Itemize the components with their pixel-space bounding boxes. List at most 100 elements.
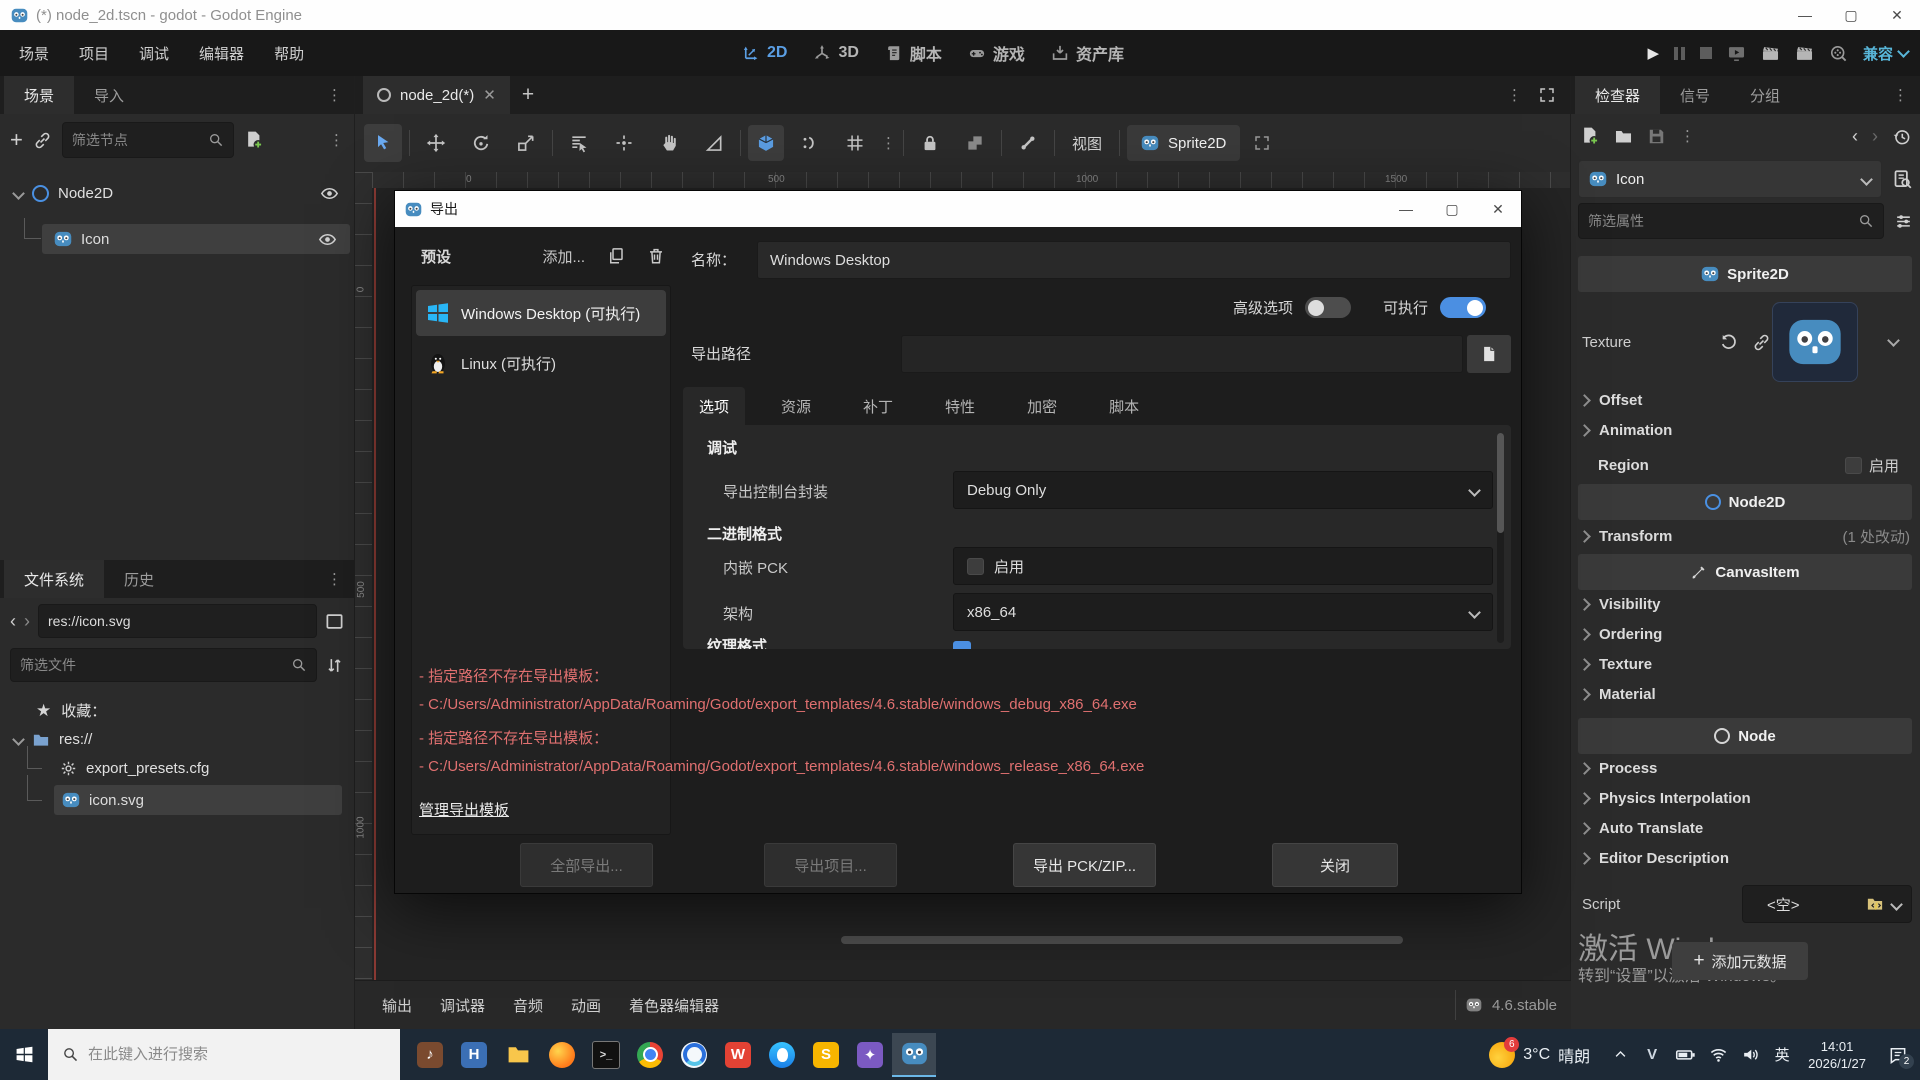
tab-scene[interactable]: 场景	[4, 76, 74, 114]
workspace-assetlib[interactable]: 资产库	[1051, 41, 1124, 65]
select-tool-button[interactable]	[364, 124, 402, 162]
scale-tool-icon[interactable]	[516, 133, 536, 153]
skeleton-options-icon[interactable]	[1018, 133, 1038, 153]
architecture-dropdown[interactable]: x86_64	[953, 593, 1493, 631]
current-path-field[interactable]	[38, 604, 317, 638]
taskbar-app-chrome[interactable]	[628, 1033, 672, 1077]
group-transform[interactable]: Transform (1 处改动)	[1571, 522, 1920, 550]
tree-row-node2d[interactable]: Node2D	[0, 178, 354, 208]
pan-tool-icon[interactable]	[659, 133, 679, 153]
add-node-button[interactable]: +	[10, 129, 23, 151]
manage-templates-link[interactable]: 管理导出模板	[419, 799, 509, 820]
tab-inspector[interactable]: 检查器	[1575, 76, 1660, 114]
tab-options[interactable]: 选项	[683, 387, 745, 425]
group-visibility[interactable]: Visibility	[1580, 596, 1660, 613]
group-physics-interpolation[interactable]: Physics Interpolation	[1580, 790, 1751, 807]
history-icon[interactable]	[1892, 127, 1911, 146]
tab-patches[interactable]: 补丁	[847, 387, 909, 425]
dialog-close-icon[interactable]: ✕	[1475, 191, 1521, 227]
history-back-icon[interactable]: ‹	[1852, 126, 1858, 147]
group-node-icon[interactable]	[965, 133, 985, 153]
panel-shader-editor[interactable]: 着色器编辑器	[615, 995, 733, 1016]
add-preset-button[interactable]: 添加...	[542, 246, 585, 267]
workspace-2d[interactable]: 2D	[742, 44, 787, 62]
category-canvasitem[interactable]: CanvasItem	[1578, 554, 1912, 590]
workspace-3d[interactable]: 3D	[813, 44, 858, 62]
export-all-button[interactable]: 全部导出...	[520, 843, 653, 887]
chevron-down-icon[interactable]	[1887, 334, 1900, 347]
snap-menu-icon[interactable]: ⋮	[881, 136, 896, 151]
taskbar-app-explorer[interactable]	[496, 1033, 540, 1077]
category-sprite2d[interactable]: Sprite2D	[1578, 256, 1912, 292]
distraction-free-icon[interactable]	[1538, 86, 1556, 104]
panel-animation[interactable]: 动画	[557, 995, 615, 1016]
tab-features[interactable]: 特性	[929, 387, 991, 425]
collapse-icon[interactable]	[12, 187, 25, 200]
panel-output[interactable]: 输出	[368, 995, 426, 1016]
node-selector-dropdown[interactable]: Icon	[1578, 160, 1882, 198]
tab-groups[interactable]: 分组	[1730, 76, 1800, 114]
clock-widget[interactable]: 14:01 2026/1/27	[1808, 1038, 1866, 1072]
resource-options-icon[interactable]: ⋮	[1680, 129, 1695, 144]
taskbar-app-blue[interactable]: H	[452, 1033, 496, 1077]
export-path-input[interactable]	[901, 335, 1463, 373]
collapse-icon[interactable]	[12, 733, 25, 746]
tray-expand-icon[interactable]	[1604, 1033, 1636, 1077]
grid-snap-icon[interactable]	[800, 133, 820, 153]
tab-filesystem[interactable]: 文件系统	[4, 560, 104, 598]
visibility-eye-icon[interactable]	[320, 184, 339, 203]
group-auto-translate[interactable]: Auto Translate	[1580, 820, 1703, 837]
dialog-titlebar[interactable]: 导出 — ▢ ✕	[395, 191, 1521, 227]
tab-resources[interactable]: 资源	[765, 387, 827, 425]
battery-icon[interactable]	[1668, 1033, 1702, 1077]
tray-app-icon[interactable]: V	[1636, 1033, 1668, 1077]
quick-load-icon[interactable]	[1866, 895, 1884, 913]
menu-project[interactable]: 项目	[64, 30, 124, 76]
taskbar-app-purple[interactable]: ✦	[848, 1033, 892, 1077]
group-ordering[interactable]: Ordering	[1580, 626, 1662, 643]
category-node[interactable]: Node	[1578, 718, 1912, 754]
menu-help[interactable]: 帮助	[259, 30, 319, 76]
minimize-button[interactable]: —	[1782, 0, 1828, 30]
new-resource-icon[interactable]	[1580, 126, 1600, 146]
ime-indicator[interactable]: 英	[1766, 1033, 1798, 1077]
sort-files-icon[interactable]	[325, 656, 344, 675]
save-resource-icon[interactable]	[1647, 127, 1666, 146]
open-docs-icon[interactable]	[1892, 169, 1913, 190]
play-scene-button[interactable]	[1727, 44, 1746, 63]
visibility-eye-icon[interactable]	[318, 230, 337, 249]
tab-history[interactable]: 历史	[104, 560, 174, 598]
duplicate-preset-icon[interactable]	[607, 247, 625, 265]
browse-path-button[interactable]	[1467, 335, 1511, 373]
lock-node-icon[interactable]	[920, 133, 940, 153]
group-material[interactable]: Material	[1580, 686, 1656, 703]
workspace-script[interactable]: 脚本	[885, 41, 942, 65]
filter-files-input[interactable]	[10, 648, 317, 682]
expand-context-icon[interactable]	[1253, 134, 1271, 152]
favorites-row[interactable]: ★ 收藏：	[0, 696, 354, 725]
smart-snap-button[interactable]	[748, 125, 784, 161]
menu-editor[interactable]: 编辑器	[184, 30, 259, 76]
toggle-split-mode-icon[interactable]	[325, 612, 344, 631]
texture-preview[interactable]	[1772, 302, 1858, 382]
root-folder-row[interactable]: res://	[0, 725, 354, 754]
tab-import[interactable]: 导入	[74, 76, 144, 114]
dock-options-icon[interactable]: ⋮	[327, 88, 342, 103]
preset-windows[interactable]: Windows Desktop (可执行)	[416, 290, 666, 336]
file-row-icon-svg[interactable]: icon.svg	[0, 785, 354, 815]
menu-debug[interactable]: 调试	[124, 30, 184, 76]
tab-signals[interactable]: 信号	[1660, 76, 1730, 114]
horizontal-scrollbar[interactable]	[841, 936, 1403, 944]
options-scrollbar[interactable]	[1497, 433, 1504, 643]
script-assign-dropdown[interactable]: <空>	[1742, 885, 1912, 923]
menu-scene[interactable]: 场景	[4, 30, 64, 76]
start-button[interactable]	[0, 1033, 48, 1077]
dialog-minimize-button[interactable]: —	[1383, 191, 1429, 227]
taskbar-search-input[interactable]	[88, 1046, 400, 1063]
taskbar-app-music[interactable]: ♪	[408, 1033, 452, 1077]
export-pck-zip-button[interactable]: 导出 PCK/ZIP...	[1013, 843, 1156, 887]
wifi-icon[interactable]	[1702, 1033, 1734, 1077]
version-label[interactable]: 4.6.stable	[1492, 997, 1557, 1014]
volume-icon[interactable]	[1734, 1033, 1766, 1077]
group-process[interactable]: Process	[1580, 760, 1657, 777]
